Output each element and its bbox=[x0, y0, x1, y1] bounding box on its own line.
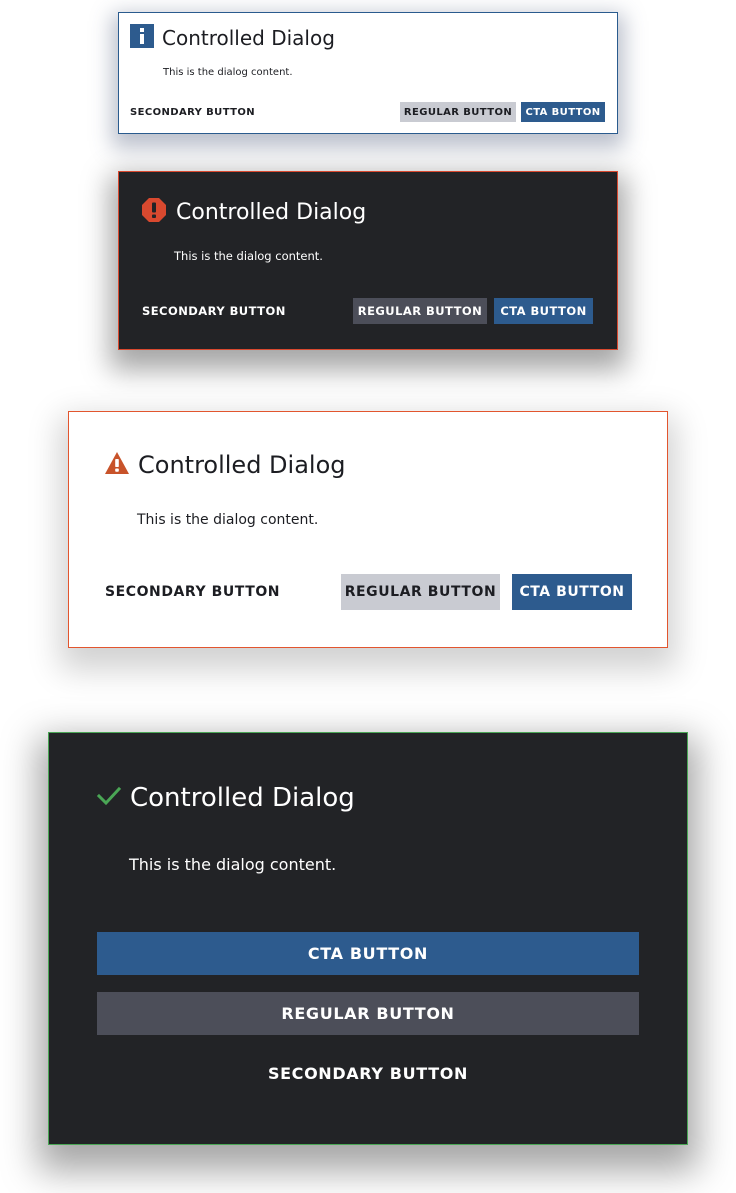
error-dialog: Controlled Dialog This is the dialog con… bbox=[118, 171, 618, 350]
dialog-content: This is the dialog content. bbox=[137, 512, 319, 528]
dialog-title: Controlled Dialog bbox=[138, 451, 346, 479]
info-icon bbox=[130, 23, 154, 53]
cta-button[interactable]: CTA BUTTON bbox=[494, 298, 593, 324]
regular-button[interactable]: REGULAR BUTTON bbox=[97, 992, 639, 1035]
regular-button[interactable]: REGULAR BUTTON bbox=[341, 574, 500, 610]
cta-button[interactable]: CTA BUTTON bbox=[97, 932, 639, 975]
cta-button[interactable]: CTA BUTTON bbox=[521, 102, 605, 122]
dialog-title: Controlled Dialog bbox=[130, 783, 355, 813]
regular-button[interactable]: REGULAR BUTTON bbox=[400, 102, 516, 122]
dialog-content: This is the dialog content. bbox=[129, 855, 337, 874]
error-icon bbox=[141, 197, 167, 228]
dialog-content: This is the dialog content. bbox=[163, 67, 293, 78]
regular-button[interactable]: REGULAR BUTTON bbox=[353, 298, 487, 324]
secondary-button[interactable]: SECONDARY BUTTON bbox=[130, 102, 270, 122]
secondary-button[interactable]: SECONDARY BUTTON bbox=[97, 1052, 639, 1095]
dialog-header: Controlled Dialog bbox=[104, 450, 346, 480]
check-icon bbox=[96, 785, 122, 812]
info-dialog: Controlled Dialog This is the dialog con… bbox=[118, 12, 618, 134]
dialog-title: Controlled Dialog bbox=[162, 26, 335, 50]
cta-button[interactable]: CTA BUTTON bbox=[512, 574, 632, 610]
success-dialog: Controlled Dialog This is the dialog con… bbox=[48, 732, 688, 1145]
dialog-header: Controlled Dialog bbox=[96, 781, 355, 815]
secondary-button[interactable]: SECONDARY BUTTON bbox=[105, 574, 305, 610]
warning-icon bbox=[104, 451, 130, 480]
dialog-content: This is the dialog content. bbox=[174, 249, 323, 263]
dialog-header: Controlled Dialog bbox=[141, 197, 367, 228]
warning-dialog: Controlled Dialog This is the dialog con… bbox=[68, 411, 668, 648]
secondary-button[interactable]: SECONDARY BUTTON bbox=[142, 298, 312, 324]
dialog-header: Controlled Dialog bbox=[130, 23, 335, 53]
dialog-title: Controlled Dialog bbox=[176, 199, 367, 225]
